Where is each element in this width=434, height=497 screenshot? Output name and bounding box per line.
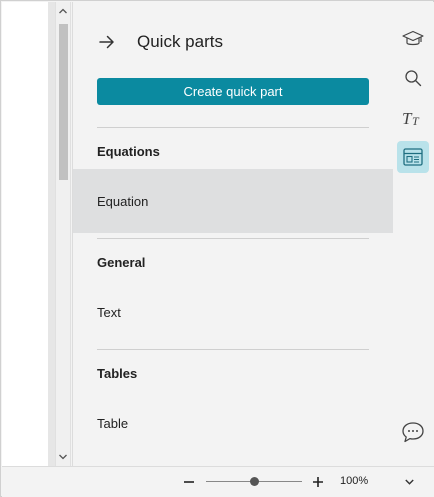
document-canvas[interactable] <box>2 2 48 466</box>
zoom-out-icon[interactable] <box>181 474 197 490</box>
divider <box>97 349 369 350</box>
search-icon[interactable] <box>397 62 429 94</box>
status-bar: 100% <box>2 466 434 497</box>
scroll-up-arrow-icon[interactable] <box>56 2 70 20</box>
chevron-down-icon[interactable] <box>402 475 416 489</box>
panel-header: Quick parts <box>97 28 223 56</box>
text-style-icon[interactable]: T T <box>397 102 429 134</box>
divider <box>97 238 369 239</box>
divider <box>97 127 369 128</box>
app-window: Quick parts Create quick part Equations … <box>0 0 434 497</box>
scroll-down-arrow-icon[interactable] <box>56 448 70 466</box>
zoom-level[interactable]: 100% <box>340 475 368 487</box>
quick-parts-panel: Quick parts Create quick part Equations … <box>72 2 393 466</box>
comment-icon[interactable] <box>397 416 429 448</box>
list-item-text[interactable]: Text <box>73 280 393 344</box>
panel-title: Quick parts <box>137 32 223 51</box>
graduation-cap-icon[interactable] <box>397 23 429 55</box>
right-rail: T T <box>393 2 434 466</box>
list-item-equation[interactable]: Equation <box>73 169 393 233</box>
section-heading-general: General <box>97 255 146 270</box>
back-arrow-icon[interactable] <box>97 32 117 52</box>
quick-parts-icon[interactable] <box>397 141 429 173</box>
vertical-scrollbar[interactable] <box>55 2 71 466</box>
scroll-thumb[interactable] <box>59 24 68 180</box>
section-heading-equations: Equations <box>97 144 160 159</box>
section-heading-tables: Tables <box>97 366 138 381</box>
zoom-slider-thumb[interactable] <box>249 477 259 486</box>
svg-text:T: T <box>412 114 420 128</box>
create-quick-part-button[interactable]: Create quick part <box>97 78 369 105</box>
document-gutter <box>48 2 55 466</box>
list-item-table[interactable]: Table <box>73 391 393 455</box>
zoom-in-icon[interactable] <box>310 474 326 490</box>
